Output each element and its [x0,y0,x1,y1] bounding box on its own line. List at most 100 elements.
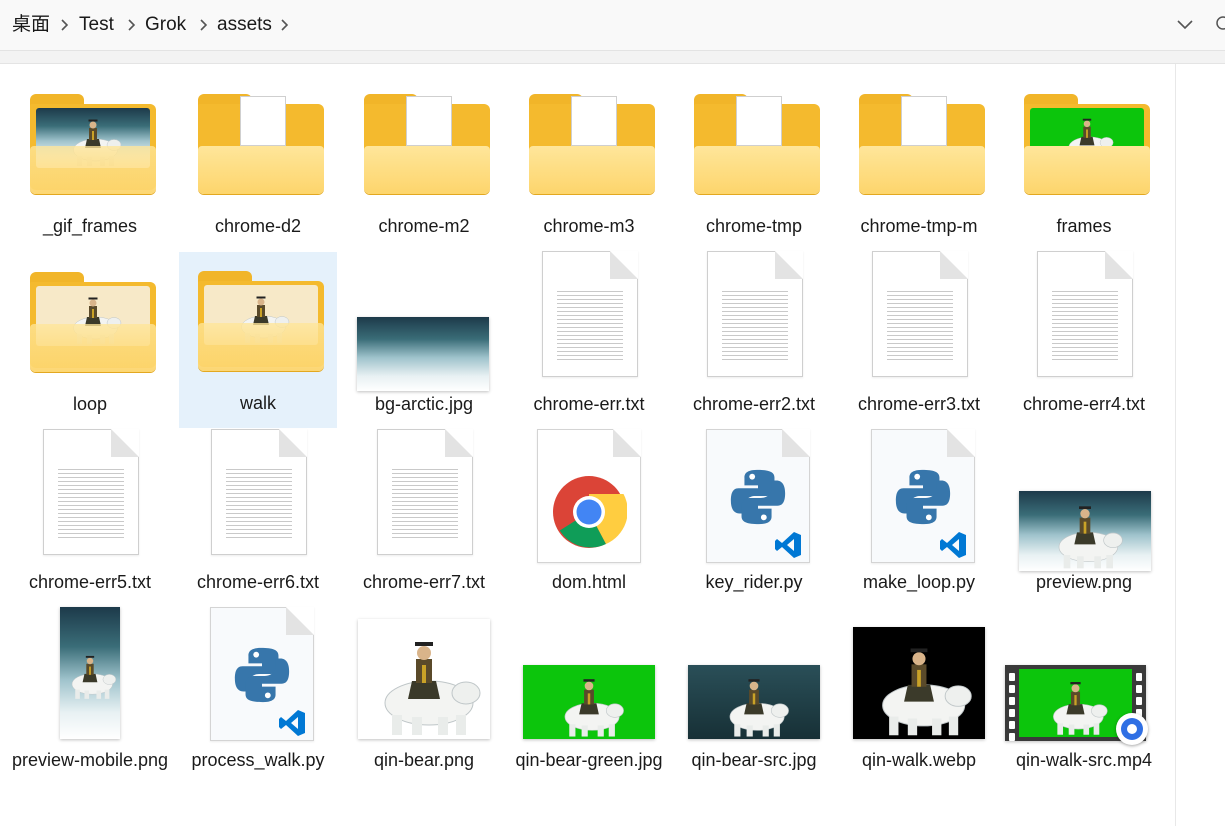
text-file-icon [872,251,968,377]
file-item-preview-mobile-png[interactable]: preview-mobile.png [11,607,169,785]
item-name-label: make_loop.py [862,572,976,592]
breadcrumb-test[interactable]: Test [79,13,114,37]
item-name-label: walk [239,393,276,413]
python-file-icon [706,429,810,563]
item-name-label: chrome-d2 [214,216,302,236]
item-name-label: key_rider.py [705,572,803,592]
item-thumbnail [11,429,169,555]
text-file-icon [211,429,307,555]
file-item-qin-bear-green-jpg[interactable]: qin-bear-green.jpg [510,609,668,785]
item-thumbnail [11,75,169,197]
item-thumbnail [510,609,668,739]
item-thumbnail [675,251,833,377]
image-thumbnail [60,607,120,739]
chevron-right-icon[interactable] [273,14,295,36]
breadcrumb-grok[interactable]: Grok [145,13,186,37]
item-name-label: qin-bear.png [373,750,475,770]
item-thumbnail [510,429,668,563]
breadcrumb-desktop[interactable]: 桌面 [12,13,50,37]
item-thumbnail [840,609,998,739]
item-name-label: process_walk.py [191,750,325,770]
item-name-label: qin-walk.webp [861,750,977,770]
folder-item-chrome-d2[interactable]: chrome-d2 [179,75,337,251]
item-thumbnail [1005,431,1163,571]
item-thumbnail [675,609,833,739]
image-thumbnail [358,619,490,739]
folder-icon [1024,94,1150,194]
folder-preview-document [736,96,782,146]
file-item-chrome-err6-txt[interactable]: chrome-err6.txt [179,429,337,607]
address-bar[interactable]: 桌面 Test Grok assets [0,0,1225,51]
item-name-label: _gif_frames [42,216,138,236]
image-thumbnail [688,665,820,739]
image-thumbnail [853,627,985,739]
pane-divider [1175,64,1176,826]
item-name-label: dom.html [551,572,627,592]
folder-item-chrome-tmp-m[interactable]: chrome-tmp-m [840,75,998,251]
item-name-label: frames [1056,216,1112,236]
folder-preview-document [406,96,452,146]
item-name-label: chrome-err4.txt [1022,394,1146,414]
chevron-right-icon[interactable] [53,14,75,36]
chevron-down-icon[interactable] [1172,12,1198,38]
breadcrumb-assets[interactable]: assets [217,13,272,37]
image-thumbnail [1019,491,1151,571]
file-item-chrome-err5-txt[interactable]: chrome-err5.txt [11,429,169,607]
folder-icon [859,94,985,194]
item-name-label: loop [72,394,108,414]
file-item-make-loop-py[interactable]: make_loop.py [840,429,998,607]
file-item-chrome-err-txt[interactable]: chrome-err.txt [510,251,668,429]
item-thumbnail [840,75,998,197]
item-thumbnail [345,253,503,391]
folder-item-chrome-m2[interactable]: chrome-m2 [345,75,503,251]
file-item-preview-png[interactable]: preview.png [1005,431,1163,607]
item-name-label: bg-arctic.jpg [374,394,474,414]
file-item-chrome-err2-txt[interactable]: chrome-err2.txt [675,251,833,429]
file-item-qin-bear-src-jpg[interactable]: qin-bear-src.jpg [675,609,833,785]
folder-item-frames[interactable]: frames [1005,75,1163,251]
item-thumbnail [179,252,337,374]
folder-icon [198,271,324,371]
folder-item-loop[interactable]: loop [11,253,169,429]
folder-preview-document [901,96,947,146]
vscode-icon [775,532,801,558]
search-icon[interactable] [1214,13,1225,35]
file-item-bg-arctic-jpg[interactable]: bg-arctic.jpg [345,253,503,429]
item-name-label: chrome-tmp-m [860,216,978,236]
folder-item-gif-frames[interactable]: _gif_frames [11,75,169,251]
vscode-icon [279,710,305,736]
folder-item-walk[interactable]: walk [179,252,337,428]
chevron-right-icon[interactable] [192,14,214,36]
file-grid: _gif_frames chrome-d2 chrome-m2 chrome-m… [11,75,1166,826]
folder-preview-document [240,96,286,146]
file-item-process-walk-py[interactable]: process_walk.py [179,607,337,785]
file-item-chrome-err3-txt[interactable]: chrome-err3.txt [840,251,998,429]
item-name-label: preview-mobile.png [11,750,169,770]
file-item-qin-walk-src-mp4[interactable]: qin-walk-src.mp4 [1005,609,1163,785]
file-item-chrome-err7-txt[interactable]: chrome-err7.txt [345,429,503,607]
image-thumbnail [357,317,489,391]
item-name-label: chrome-err.txt [533,394,645,414]
item-name-label: qin-walk-src.mp4 [1015,750,1153,770]
item-thumbnail [510,75,668,197]
folder-icon [30,94,156,194]
file-item-key-rider-py[interactable]: key_rider.py [675,429,833,607]
item-name-label: chrome-err3.txt [857,394,981,414]
item-thumbnail [1005,251,1163,377]
folder-item-chrome-m3[interactable]: chrome-m3 [510,75,668,251]
item-thumbnail [179,429,337,555]
text-file-icon [707,251,803,377]
item-name-label: qin-bear-src.jpg [691,750,817,770]
file-item-dom-html[interactable]: dom.html [510,429,668,607]
html-file-icon [537,429,641,563]
folder-icon [30,272,156,372]
folder-item-chrome-tmp[interactable]: chrome-tmp [675,75,833,251]
item-thumbnail [675,429,833,563]
file-item-qin-bear-png[interactable]: qin-bear.png [345,609,503,785]
text-file-icon [377,429,473,555]
item-thumbnail [11,607,169,739]
file-item-qin-walk-webp[interactable]: qin-walk.webp [840,609,998,785]
file-item-chrome-err4-txt[interactable]: chrome-err4.txt [1005,251,1163,429]
item-name-label: chrome-err7.txt [362,572,486,592]
chevron-right-icon[interactable] [120,14,142,36]
